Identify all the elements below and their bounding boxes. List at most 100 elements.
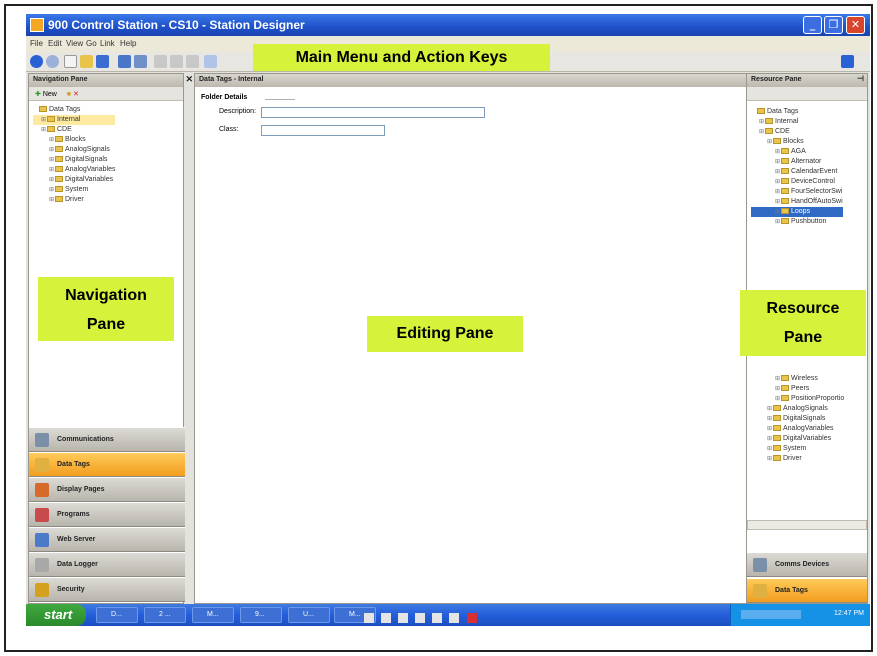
taskbar-task[interactable]: M... bbox=[192, 607, 234, 623]
quick-launch-icon[interactable] bbox=[381, 613, 392, 623]
nav-button-programs[interactable]: Programs bbox=[29, 502, 185, 527]
start-label: start bbox=[44, 607, 73, 622]
tree-item[interactable]: ⊞ Pushbutton bbox=[751, 217, 843, 227]
new-file-icon[interactable] bbox=[64, 55, 77, 68]
tree-item[interactable]: Data Tags bbox=[33, 105, 115, 115]
tree-item[interactable]: ⊞ FourSelectorSwi bbox=[751, 187, 843, 197]
start-button[interactable]: start bbox=[26, 604, 86, 626]
tree-item-label: CDE bbox=[775, 128, 790, 135]
tree-item-label: Internal bbox=[57, 116, 81, 123]
quick-launch-icon[interactable] bbox=[364, 613, 374, 623]
nav-button-web-server[interactable]: Web Server bbox=[29, 527, 185, 552]
tree-item[interactable]: ⊞ Wireless bbox=[751, 374, 844, 384]
tree-item[interactable]: ⊞ AGA bbox=[751, 147, 843, 157]
nav-button-communications[interactable]: Communications bbox=[29, 427, 185, 452]
tree-item-label: Loops bbox=[791, 208, 811, 215]
folder-icon bbox=[781, 188, 789, 195]
tree-item[interactable]: ⊞ Internal bbox=[33, 115, 116, 125]
tree-item[interactable]: ⊞ AnalogSignals bbox=[33, 145, 115, 155]
tree-item[interactable]: ⊞ DeviceControl bbox=[751, 177, 843, 187]
forward-icon[interactable] bbox=[46, 55, 59, 68]
quick-launch-icon[interactable] bbox=[466, 613, 477, 623]
menu-view[interactable]: View bbox=[66, 39, 83, 48]
resource-button-data-tags[interactable]: Data Tags bbox=[747, 578, 867, 603]
folder-add-icon[interactable]: ■ bbox=[67, 91, 71, 98]
menu-go[interactable]: Go bbox=[86, 39, 97, 48]
tree-item[interactable]: ⊞ DigitalVariables bbox=[751, 434, 844, 444]
quick-launch-icon[interactable] bbox=[398, 613, 409, 623]
new-icon[interactable]: ✚ bbox=[35, 91, 41, 98]
help-dropdown-icon[interactable] bbox=[841, 55, 854, 68]
tree-item[interactable]: ⊞ Loops bbox=[751, 207, 843, 217]
tray-icons[interactable] bbox=[741, 610, 801, 619]
upload-icon[interactable] bbox=[134, 55, 147, 68]
nav-button-label: Security bbox=[57, 586, 85, 593]
taskbar-task[interactable]: 9... bbox=[240, 607, 282, 623]
tree-item[interactable]: ⊞ System bbox=[33, 185, 115, 195]
nav-button-display-pages[interactable]: Display Pages bbox=[29, 477, 185, 502]
navigation-pane-annotation: Navigation Pane bbox=[38, 277, 174, 341]
quick-launch-icon[interactable] bbox=[432, 613, 443, 623]
quick-launch-icon[interactable] bbox=[415, 613, 426, 623]
delete-icon[interactable]: ✕ bbox=[73, 91, 79, 98]
tree-item[interactable]: ⊞ CDE bbox=[751, 127, 843, 137]
class-input[interactable] bbox=[261, 125, 385, 136]
cut-icon[interactable] bbox=[154, 55, 167, 68]
station-designer-window: 900 Control Station - CS10 - Station Des… bbox=[26, 14, 870, 618]
back-icon[interactable] bbox=[30, 55, 43, 68]
close-pane-icon[interactable]: ✕ bbox=[185, 74, 193, 85]
pin-icon[interactable]: ⊣ bbox=[857, 74, 864, 83]
download-icon[interactable] bbox=[118, 55, 131, 68]
redo-icon[interactable] bbox=[186, 55, 199, 68]
menu-help[interactable]: Help bbox=[120, 39, 136, 48]
taskbar-task[interactable]: U... bbox=[288, 607, 330, 623]
tree-item-label: PositionProportio bbox=[791, 395, 845, 402]
taskbar-task[interactable]: 2 ... bbox=[144, 607, 186, 623]
tree-item[interactable]: ⊞ Alternator bbox=[751, 157, 843, 167]
tree-item[interactable]: ⊞ System bbox=[751, 444, 844, 454]
tree-item[interactable]: ⊞ AnalogSignals bbox=[751, 404, 844, 414]
nav-button-security[interactable]: Security bbox=[29, 577, 185, 602]
nav-button-label: Display Pages bbox=[57, 486, 105, 493]
save-icon[interactable] bbox=[96, 55, 109, 68]
open-folder-icon[interactable] bbox=[80, 55, 93, 68]
folder-icon bbox=[781, 385, 789, 392]
tree-item[interactable]: ⊞ PositionProportio bbox=[751, 394, 844, 404]
menu-file[interactable]: File bbox=[30, 39, 43, 48]
horizontal-scrollbar[interactable] bbox=[747, 520, 867, 530]
close-button[interactable]: ✕ bbox=[846, 16, 865, 34]
edit-icon[interactable] bbox=[204, 55, 217, 68]
resource-button-comms-devices[interactable]: Comms Devices bbox=[747, 552, 867, 577]
description-input[interactable] bbox=[261, 107, 485, 118]
undo-icon[interactable] bbox=[170, 55, 183, 68]
new-button[interactable]: New bbox=[43, 91, 57, 98]
tree-item[interactable]: ⊞ Peers bbox=[751, 384, 844, 394]
nav-button-data-tags[interactable]: Data Tags bbox=[29, 452, 185, 477]
minimize-button[interactable]: _ bbox=[803, 16, 822, 34]
tree-item[interactable]: ⊞ HandOffAutoSwi bbox=[751, 197, 843, 207]
tree-item[interactable]: ⊞ Blocks bbox=[751, 137, 843, 147]
tree-item[interactable]: ⊞ DigitalVariables bbox=[33, 175, 115, 185]
quick-launch-icon[interactable] bbox=[449, 613, 460, 623]
nav-button-data-logger[interactable]: Data Logger bbox=[29, 552, 185, 577]
tree-item[interactable]: ⊞ Driver bbox=[751, 454, 844, 464]
maximize-button[interactable]: ❐ bbox=[824, 16, 843, 34]
resource-toolbar bbox=[747, 87, 867, 101]
folder-icon bbox=[55, 196, 63, 203]
tree-item[interactable]: ⊞ Driver bbox=[33, 195, 115, 205]
tree-item[interactable]: ⊞ DigitalSignals bbox=[751, 414, 844, 424]
tree-item[interactable]: ⊞ Blocks bbox=[33, 135, 115, 145]
tree-item[interactable]: Data Tags bbox=[751, 107, 843, 117]
menu-link[interactable]: Link bbox=[100, 39, 115, 48]
tree-item-label: HandOffAutoSwi bbox=[791, 198, 843, 205]
tree-item[interactable]: ⊞ CDE bbox=[33, 125, 115, 135]
tree-item[interactable]: ⊞ DigitalSignals bbox=[33, 155, 115, 165]
folder-details-heading: Folder Details bbox=[201, 94, 248, 101]
menu-edit[interactable]: Edit bbox=[48, 39, 62, 48]
tree-item[interactable]: ⊞ CalendarEvent bbox=[751, 167, 843, 177]
tree-item-label: AGA bbox=[791, 148, 806, 155]
tree-item[interactable]: ⊞ AnalogVariables bbox=[33, 165, 115, 175]
tree-item[interactable]: ⊞ AnalogVariables bbox=[751, 424, 844, 434]
taskbar-task[interactable]: D... bbox=[96, 607, 138, 623]
tree-item[interactable]: ⊞ Internal bbox=[751, 117, 843, 127]
